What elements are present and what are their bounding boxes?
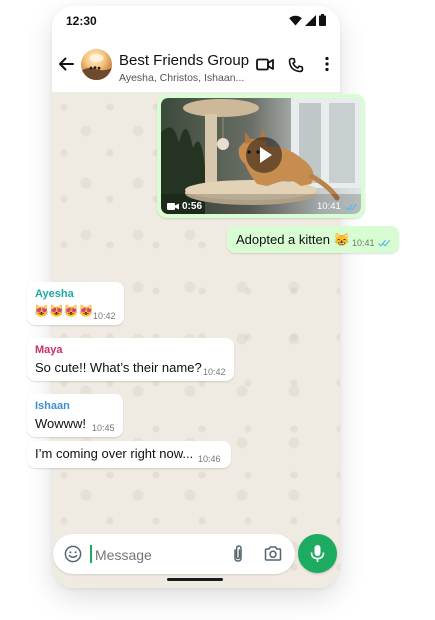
sender-name: Ishaan: [35, 400, 70, 412]
message-ishaan-followup[interactable]: I’m coming over right now... 10:46: [27, 441, 231, 468]
sender-name: Ayesha: [35, 288, 74, 300]
chat-title[interactable]: Best Friends Group: [119, 52, 249, 69]
signal-icon: [305, 14, 316, 26]
mic-button[interactable]: [298, 534, 337, 573]
message-time: 10:45: [92, 423, 115, 433]
video-duration: 0:56: [182, 201, 203, 212]
message-text: Adopted a kitten 😸: [236, 232, 350, 247]
chat-subtitle[interactable]: Ayesha, Christos, Ishaan...: [119, 72, 244, 84]
message-text: I’m coming over right now...: [35, 446, 194, 461]
avatar-image: [81, 54, 112, 80]
message-time: 10:41: [352, 238, 375, 248]
message-ayesha[interactable]: Ayesha 😻😻😻😻 10:42: [27, 282, 124, 325]
play-icon: [260, 147, 272, 163]
mic-icon: [310, 545, 325, 562]
message-maya[interactable]: Maya So cute!! What’s their name? 10:42: [27, 338, 234, 381]
battery-icon: [319, 14, 326, 26]
message-composer: [53, 534, 295, 574]
video-message[interactable]: 0:56 10:41: [157, 94, 365, 218]
system-icons: [289, 14, 326, 26]
text-cursor: [90, 545, 92, 563]
status-bar: 12:30: [52, 6, 340, 36]
camera-icon[interactable]: [264, 546, 282, 561]
message-text: So cute!! What’s their name?: [35, 360, 202, 375]
menu-icon[interactable]: [325, 56, 329, 72]
sender-name: Maya: [35, 344, 63, 356]
chat-header: Best Friends Group Ayesha, Christos, Ish…: [52, 36, 340, 93]
message-adopted[interactable]: Adopted a kitten 😸 10:41: [227, 226, 399, 253]
play-button[interactable]: [246, 137, 282, 173]
voice-call-icon[interactable]: [288, 57, 304, 73]
read-ticks-icon: [345, 203, 357, 211]
stage: 12:30 Best Friends Group Ayesha, Christo…: [0, 0, 435, 620]
status-time: 12:30: [66, 14, 97, 28]
message-time: 10:46: [198, 454, 221, 464]
wifi-icon: [289, 15, 302, 25]
home-indicator: [167, 578, 223, 581]
back-arrow-icon[interactable]: [56, 54, 76, 74]
message-ishaan[interactable]: Ishaan Wowww! 10:45: [27, 394, 123, 437]
video-time: 10:41: [317, 201, 341, 212]
emoji-icon[interactable]: [64, 545, 82, 563]
message-input[interactable]: [93, 543, 227, 567]
message-time: 10:42: [203, 367, 226, 377]
group-avatar[interactable]: [81, 49, 112, 80]
video-call-icon[interactable]: [256, 58, 274, 71]
message-text: 😻😻😻😻: [34, 304, 94, 318]
message-time: 10:42: [93, 311, 116, 321]
video-camera-small-icon: [167, 203, 179, 210]
message-text: Wowww!: [35, 416, 87, 431]
read-ticks-icon: [378, 239, 391, 247]
attach-icon[interactable]: [232, 544, 244, 563]
